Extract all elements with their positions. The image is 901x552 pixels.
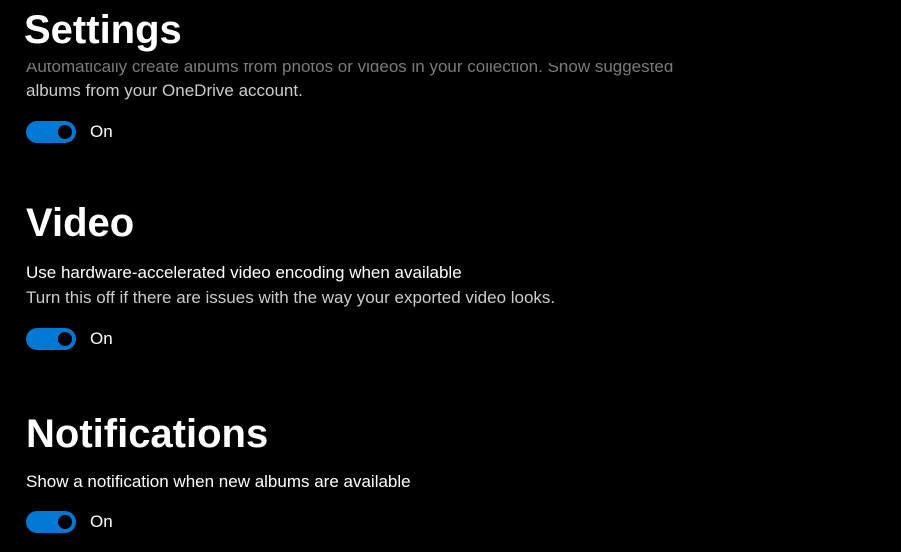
notifications-toggle-row: On [26,511,875,533]
albums-desc-line2: albums from your OneDrive account. [26,79,706,103]
toggle-knob [58,515,72,529]
video-toggle[interactable] [26,328,76,350]
albums-toggle[interactable] [26,121,76,143]
notifications-toggle-label: On [90,512,113,532]
video-setting-title: Use hardware-accelerated video encoding … [26,262,875,284]
toggle-knob [58,125,72,139]
video-heading: Video [26,201,875,246]
settings-header: Settings [0,0,901,63]
page-title: Settings [24,8,877,53]
settings-content: Automatically create albums from photos … [0,55,901,533]
video-toggle-label: On [90,329,113,349]
toggle-knob [58,332,72,346]
notifications-toggle[interactable] [26,511,76,533]
notifications-heading: Notifications [26,412,875,457]
albums-toggle-row: On [26,121,875,143]
albums-toggle-label: On [90,122,113,142]
video-setting-desc: Turn this off if there are issues with t… [26,286,875,310]
video-toggle-row: On [26,328,875,350]
notifications-setting-title: Show a notification when new albums are … [26,471,875,493]
